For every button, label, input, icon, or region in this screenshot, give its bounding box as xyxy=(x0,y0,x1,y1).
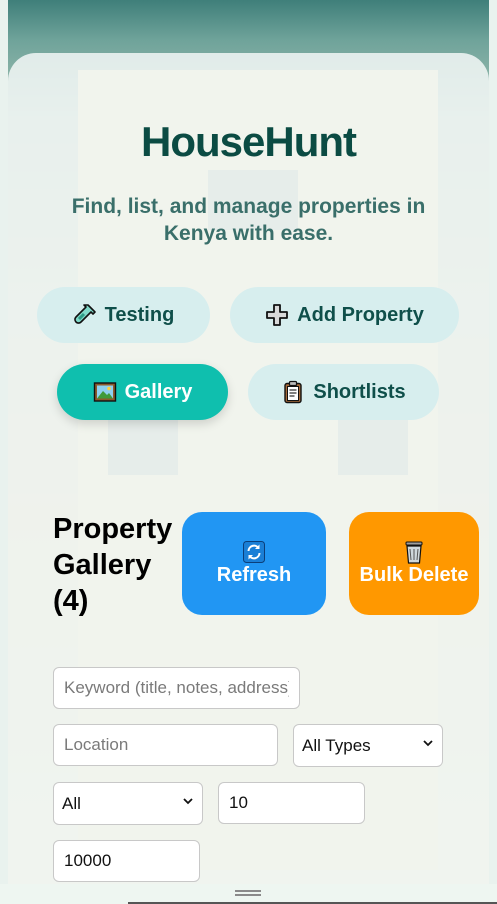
nav-testing-button[interactable]: Testing xyxy=(37,287,210,343)
test-tube-icon xyxy=(73,303,97,327)
clipboard-icon xyxy=(281,380,305,404)
nav-shortlists-button[interactable]: Shortlists xyxy=(248,364,439,420)
trash-icon xyxy=(402,540,426,564)
gallery-heading: Property Gallery (4) xyxy=(53,513,173,617)
app-title: HouseHunt xyxy=(141,118,357,165)
nav-add-property-label: Add Property xyxy=(297,303,424,326)
keyword-input[interactable] xyxy=(53,667,300,709)
bedrooms-select[interactable]: All xyxy=(53,782,203,825)
bulk-delete-label: Bulk Delete xyxy=(359,564,469,586)
drag-handle-icon[interactable] xyxy=(235,890,261,896)
nav-testing-label: Testing xyxy=(104,303,175,326)
picture-icon xyxy=(93,380,117,404)
bulk-delete-button[interactable]: Bulk Delete xyxy=(349,512,479,615)
min-price-input[interactable] xyxy=(218,782,365,824)
nav-gallery-label: Gallery xyxy=(124,380,193,403)
refresh-button[interactable]: Refresh xyxy=(182,512,326,615)
max-price-input[interactable] xyxy=(53,840,200,882)
nav-gallery-button[interactable]: Gallery xyxy=(57,364,228,420)
refresh-label: Refresh xyxy=(216,564,292,586)
bottom-handle-bar xyxy=(0,884,497,904)
plus-icon xyxy=(265,303,289,327)
nav-add-property-button[interactable]: Add Property xyxy=(230,287,459,343)
property-type-select-wrapper: All Types xyxy=(293,724,443,767)
refresh-icon xyxy=(242,540,266,564)
bedrooms-select-wrapper: All xyxy=(53,782,203,825)
location-input[interactable] xyxy=(53,724,278,766)
app-subtitle: Find, list, and manage properties in Ken… xyxy=(71,195,426,245)
nav-shortlists-label: Shortlists xyxy=(313,380,406,403)
property-type-select[interactable]: All Types xyxy=(293,724,443,767)
